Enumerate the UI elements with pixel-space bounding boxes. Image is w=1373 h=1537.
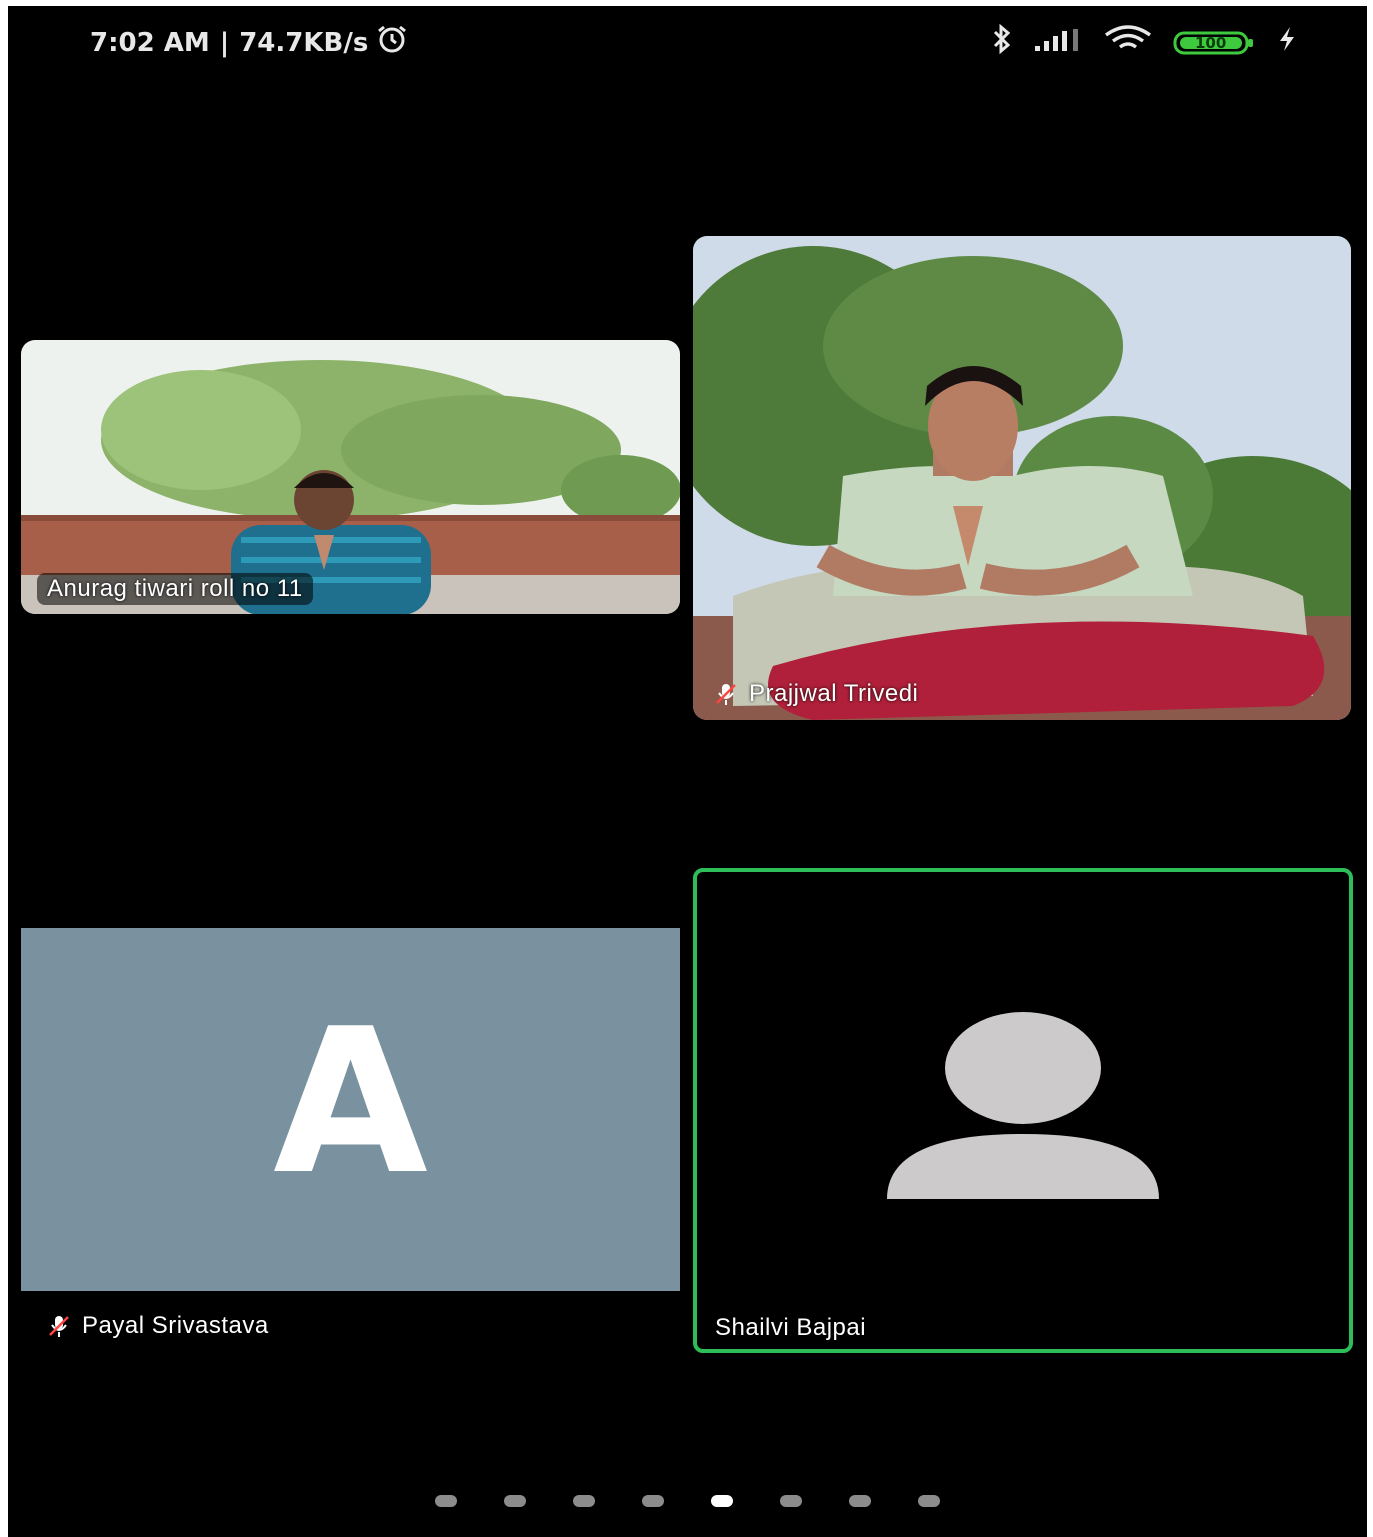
status-time: 7:02 AM [90,27,210,58]
status-right: 100 [991,23,1297,61]
microphone-muted-icon [716,684,736,705]
page-dot[interactable] [918,1495,940,1507]
status-bar: 7:02 AM | 74.7KB/s 100 [8,6,1367,76]
person-placeholder-icon [887,1012,1159,1199]
charging-icon [1277,25,1297,60]
battery-icon: 100 [1173,30,1257,56]
participant-name: Prajjwal Trivedi [749,680,919,707]
status-separator: | [219,27,230,58]
page-dot[interactable] [849,1495,871,1507]
microphone-muted-icon [49,1316,69,1337]
page-indicator[interactable] [8,1495,1367,1507]
meeting-screen: 7:02 AM | 74.7KB/s 100 Anurag tiwari rol… [8,6,1367,1537]
page-dot[interactable] [504,1495,526,1507]
participant-name-chip: Prajjwal Trivedi [713,680,918,708]
network-speed: 74.7KB/s [239,27,369,58]
page-dot[interactable] [573,1495,595,1507]
page-dot[interactable] [780,1495,802,1507]
bluetooth-icon [991,23,1013,61]
participant-video [693,236,1351,720]
battery-level: 100 [1195,33,1227,52]
participant-name: Anurag tiwari roll no 11 [47,575,303,602]
status-left: 7:02 AM | 74.7KB/s [90,24,410,61]
participant-tile-shailvi[interactable]: Shailvi Bajpai [693,868,1353,1353]
page-dot[interactable] [642,1495,664,1507]
page-dot-active[interactable] [711,1495,733,1507]
page-dot[interactable] [435,1495,457,1507]
participant-tile-prajjwal[interactable]: Prajjwal Trivedi [693,236,1351,720]
alarm-icon [374,24,410,61]
wifi-icon [1103,25,1153,60]
participant-name: Shailvi Bajpai [715,1314,867,1341]
signal-icon [1033,26,1083,59]
participant-tile-anurag[interactable]: Anurag tiwari roll no 11 [21,340,680,614]
avatar-initial: A [273,986,428,1219]
participant-name-chip: Shailvi Bajpai [715,1314,866,1342]
participant-tile-payal[interactable]: A [21,928,680,1291]
participant-name: Payal Srivastava [82,1312,269,1339]
participant-name-chip: Anurag tiwari roll no 11 [37,573,313,605]
participant-name-chip: Payal Srivastava [46,1312,269,1340]
